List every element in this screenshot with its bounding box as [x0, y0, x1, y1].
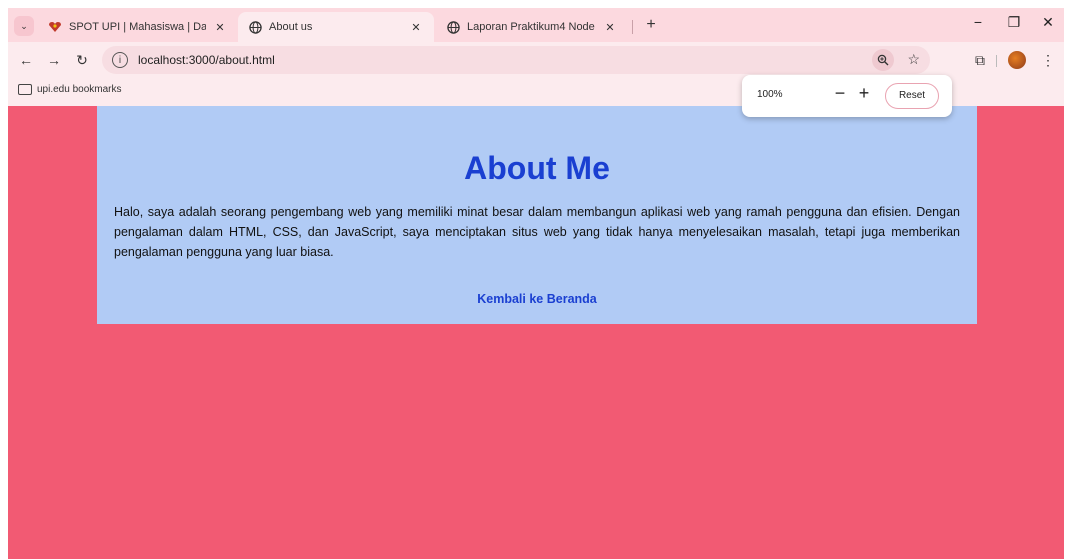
tab-title: SPOT UPI | Mahasiswa | Dashbo [69, 21, 206, 33]
tab-strip: ⌄ SPOT UPI | Mahasiswa | Dashbo ✕ About … [8, 8, 1064, 42]
globe-icon [446, 20, 460, 34]
extensions-icon[interactable]: ⧉ [970, 50, 990, 70]
menu-icon[interactable]: ⋮ [1038, 50, 1058, 70]
about-paragraph: Halo, saya adalah seorang pengembang web… [114, 205, 960, 259]
globe-icon [248, 20, 262, 34]
zoom-out-button[interactable]: − [830, 83, 850, 104]
zoom-icon[interactable] [872, 49, 894, 71]
tab-laporan[interactable]: Laporan Praktikum4 Node JS_S ✕ [436, 12, 628, 42]
reload-button[interactable]: ↻ [72, 50, 92, 70]
chevron-down-icon: ⌄ [20, 20, 28, 31]
star-icon[interactable]: ☆ [907, 51, 920, 68]
tab-about-us[interactable]: About us ✕ [238, 12, 434, 42]
close-icon[interactable]: ✕ [212, 21, 228, 34]
zoom-in-button[interactable]: + [854, 83, 874, 104]
back-to-home-link[interactable]: Kembali ke Beranda [97, 292, 977, 306]
tab-separator [632, 20, 633, 34]
bookmark-label: upi.edu bookmarks [37, 84, 122, 95]
tab-spot-upi[interactable]: SPOT UPI | Mahasiswa | Dashbo ✕ [38, 12, 238, 42]
browser-toolbar: ← → ↻ i localhost:3000/about.html ☆ ⧉ ⋮ [8, 42, 1064, 78]
close-icon[interactable]: ✕ [408, 21, 424, 34]
restore-button[interactable]: ❐ [1002, 14, 1026, 31]
address-bar[interactable]: i localhost:3000/about.html ☆ [102, 46, 930, 74]
zoom-popup: 100% − + Reset [742, 75, 952, 117]
page-title: About Me [464, 150, 610, 186]
tab-search-button[interactable]: ⌄ [14, 16, 34, 36]
page-viewport: About Me Halo, saya adalah seorang penge… [8, 106, 1064, 559]
new-tab-button[interactable]: + [641, 16, 661, 34]
profile-avatar[interactable] [1008, 51, 1026, 69]
minimize-button[interactable]: − [966, 14, 990, 30]
toolbar-separator [996, 55, 997, 67]
forward-button[interactable]: → [44, 50, 64, 70]
info-icon[interactable]: i [112, 52, 128, 68]
browser-window: ⌄ SPOT UPI | Mahasiswa | Dashbo ✕ About … [8, 8, 1064, 559]
folder-icon [18, 84, 32, 95]
zoom-level: 100% [757, 89, 783, 100]
back-button[interactable]: ← [16, 50, 36, 70]
about-card: About Me Halo, saya adalah seorang penge… [97, 106, 977, 324]
url-text[interactable]: localhost:3000/about.html [138, 53, 275, 67]
zoom-reset-button[interactable]: Reset [885, 83, 939, 109]
close-icon[interactable]: ✕ [602, 21, 618, 34]
close-window-button[interactable]: ✕ [1036, 14, 1060, 31]
upi-logo-icon [48, 20, 62, 34]
tab-title: Laporan Praktikum4 Node JS_S [467, 21, 596, 33]
tab-title: About us [269, 21, 313, 33]
bookmark-folder-upi[interactable]: upi.edu bookmarks [18, 84, 122, 95]
